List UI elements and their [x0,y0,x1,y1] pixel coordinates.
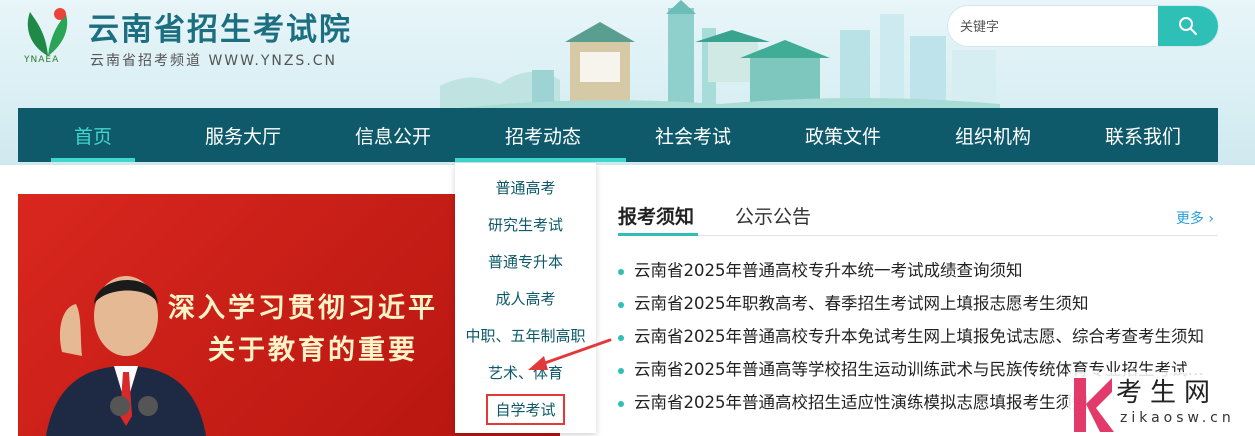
dropdown-item-self-study[interactable]: 自学考试 [455,391,596,428]
logo-caption: YNAEA [24,55,60,65]
exam-news-dropdown: 普通高考 研究生考试 普通专升本 成人高考 中职、五年制高职 艺术、体育 自学考… [455,163,596,433]
news-item[interactable]: 云南省2025年职教高考、春季招生考试网上填报志愿考生须知 [618,290,1218,323]
nav-item-exam-news[interactable]: 招考动态 [455,108,626,162]
watermark-title: 考生网 [1116,378,1219,408]
logo-leaf-icon [27,8,68,56]
search-input[interactable] [958,6,1152,46]
active-tab-underline [618,233,698,236]
bullet-icon [618,335,624,341]
search-button[interactable] [1158,6,1218,46]
nav-item-info-disclosure[interactable]: 信息公开 [318,108,468,162]
tab-registration-notice[interactable]: 报考须知 [618,202,694,229]
nav-item-service-hall[interactable]: 服务大厅 [168,108,318,162]
site-subtitle: 云南省招考频道 WWW.YNZS.CN [90,53,338,69]
dropdown-item-self-study-label: 自学考试 [486,394,565,425]
nav-item-contact[interactable]: 联系我们 [1068,108,1218,162]
news-item[interactable]: 云南省2025年普通高校专升本免试考生网上填报免试志愿、综合考查考生须知 [618,323,1218,356]
search-icon [1179,17,1198,36]
news-item-title: 云南省2025年普通高校专升本免试考生网上填报免试志愿、综合考查考生须知 [634,327,1204,346]
dropdown-item-postgraduate[interactable]: 研究生考试 [455,206,596,243]
more-link-label: 更多 [1175,211,1204,227]
main-nav: 首页 服务大厅 信息公开 招考动态 社会考试 政策文件 组织机构 联系我们 [18,108,1218,162]
nav-item-policy-docs[interactable]: 政策文件 [768,108,918,162]
watermark-k-logo [1074,378,1114,432]
site-title: 云南省招生考试院 [88,12,352,48]
news-item-title: 云南省2025年职教高考、春季招生考试网上填报志愿考生须知 [634,294,1089,313]
watermark: 考生网 zikaosw.cn [1068,372,1255,436]
dropdown-item-zhuanshengben[interactable]: 普通专升本 [455,243,596,280]
annotation-arrow [528,338,612,370]
news-item-title: 云南省2025年普通高校专升本统一考试成绩查询须知 [634,261,1023,280]
news-item[interactable]: 云南省2025年普通高校专升本统一考试成绩查询须知 [618,257,1218,290]
bullet-icon [618,302,624,308]
nav-item-social-exams[interactable]: 社会考试 [618,108,768,162]
dropdown-item-gaokao[interactable]: 普通高考 [455,169,596,206]
banner-headline-2: 关于教育的重要 [208,335,418,366]
skyline-illustration [440,0,1000,110]
tab-divider [618,235,1218,236]
tab-public-announcements[interactable]: 公示公告 [735,202,811,229]
news-tabs: 报考须知 公示公告 更多 › [618,196,1218,238]
bullet-icon [618,269,624,275]
search-box [948,6,1218,46]
watermark-url: zikaosw.cn [1120,410,1235,426]
more-link[interactable]: 更多 › [1176,208,1214,228]
chevron-right-icon: › [1208,211,1214,227]
banner-headline-1: 深入学习贯彻习近平 [168,293,438,324]
banner-figure [46,276,206,436]
nav-item-organization[interactable]: 组织机构 [918,108,1068,162]
news-item-title: 云南省2025年普通高校招生适应性演练模拟志愿填报考生须知 [634,393,1089,412]
nav-item-home[interactable]: 首页 [18,108,168,162]
bullet-icon [618,401,624,407]
bullet-icon [618,368,624,374]
dropdown-item-adult-exam[interactable]: 成人高考 [455,280,596,317]
